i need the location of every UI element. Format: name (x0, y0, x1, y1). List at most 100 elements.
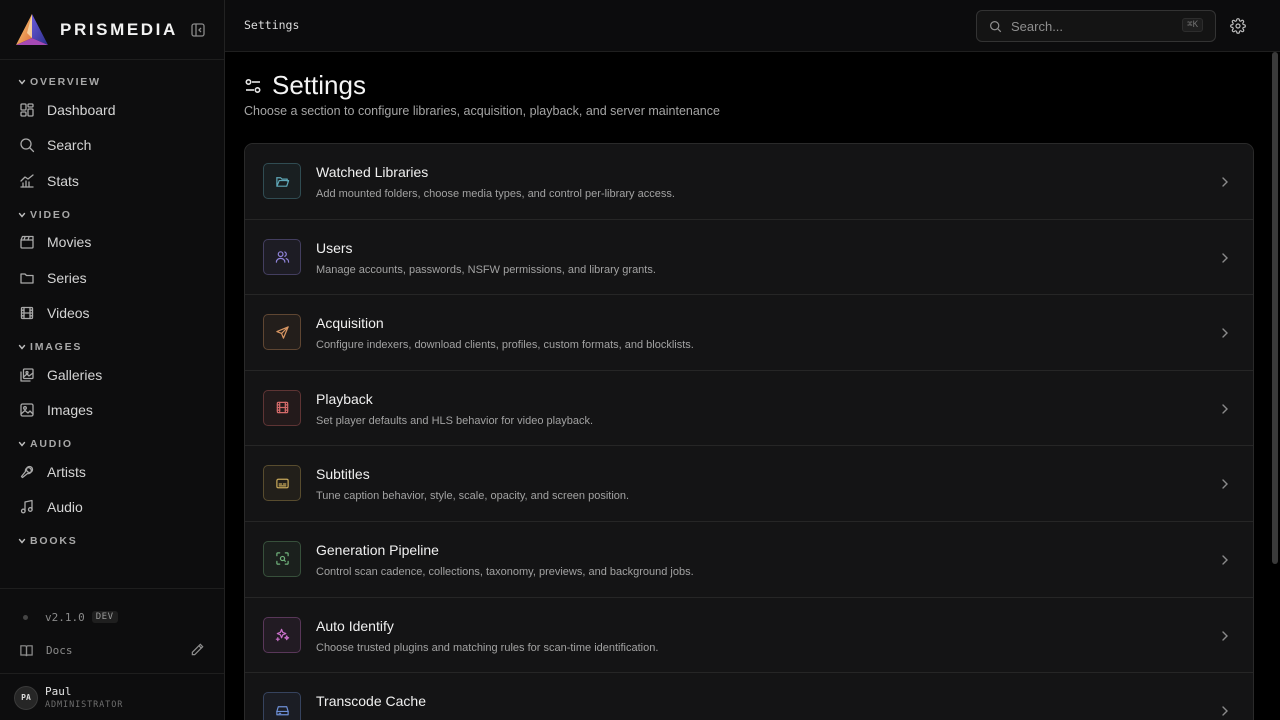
settings-row-title: Generation Pipeline (316, 541, 439, 558)
version-label: v2.1.0 (45, 610, 85, 624)
sidebar-item-videos[interactable]: Videos (0, 296, 224, 332)
breadcrumb: Settings (244, 18, 300, 32)
scrollbar[interactable] (1272, 52, 1280, 720)
nav-section-title: VIDEO (30, 208, 72, 221)
scrollbar-thumb[interactable] (1272, 52, 1278, 564)
nav-section-title: OVERVIEW (30, 76, 101, 88)
users-icon (275, 251, 289, 263)
book-icon (20, 644, 33, 656)
drive-icon (275, 705, 289, 715)
sidebar-footer: v2.1.0 DEV Docs PA Paul ADMINISTRATOR (0, 588, 224, 710)
chevron-right-icon (1222, 252, 1228, 263)
sidebar-item-audio[interactable]: Audio (0, 490, 224, 526)
chevron-right-icon (1222, 404, 1228, 414)
sidebar: PRISMEDIA OVERVIEW Dashboard Search Stats VI… (0, 0, 225, 720)
settings-row-description: Configure indexers, download clients, pr… (316, 339, 694, 352)
nav-section-overview[interactable]: OVERVIEW (0, 72, 224, 92)
settings-row-title: Playback (316, 390, 373, 407)
collapse-sidebar-icon[interactable] (190, 22, 206, 38)
sidebar-item-stats[interactable]: Stats (0, 163, 224, 199)
settings-list: Watched Libraries Add mounted folders, ch… (244, 143, 1254, 720)
topbar: Settings Search... ⌘K (225, 0, 1280, 52)
settings-row-description: Set player defaults and HLS behavior for… (316, 414, 593, 427)
brand-name: PRISMEDIA (60, 19, 178, 39)
sidebar-item-label: Search (47, 137, 92, 154)
nav-section-video[interactable]: VIDEO (0, 205, 224, 225)
chevron-down-icon (18, 538, 26, 544)
nav-section-images[interactable]: IMAGES (0, 337, 224, 357)
nav-section-books[interactable]: BOOKS (0, 531, 224, 551)
nav-section-title: AUDIO (30, 438, 73, 450)
folder-open-icon (275, 176, 289, 187)
sidebar-item-label: Movies (47, 234, 92, 251)
settings-row-title: Transcode Cache (316, 693, 426, 710)
search-input[interactable]: Search... ⌘K (976, 10, 1216, 42)
settings-row-icon (263, 238, 301, 275)
sidebar-item-dashboard[interactable]: Dashboard (0, 92, 224, 128)
settings-row-acquisition[interactable]: Acquisition Configure indexers, download … (245, 295, 1253, 371)
sidebar-item-search[interactable]: Search (0, 128, 224, 164)
status-dot (23, 614, 28, 620)
film-icon (276, 402, 288, 414)
sidebar-item-images[interactable]: Images (0, 393, 224, 429)
settings-row-subtitles[interactable]: Subtitles Tune caption behavior, style, s… (245, 446, 1253, 522)
settings-row-transcode-cache[interactable]: Transcode Cache (245, 673, 1253, 720)
sidebar-item-label: Galleries (47, 366, 103, 383)
pencil-icon[interactable] (190, 642, 205, 657)
settings-row-auto-identify[interactable]: Auto Identify Choose trusted plugins and … (245, 597, 1253, 674)
sidebar-item-label: Audio (47, 499, 83, 516)
page-title: Settings (272, 70, 366, 100)
gear-icon[interactable] (1230, 18, 1246, 34)
settings-row-title: Watched Libraries (316, 164, 429, 180)
docs-link[interactable]: Docs (0, 636, 224, 664)
user-role: ADMINISTRATOR (45, 700, 124, 710)
sidebar-item-label: Series (47, 269, 87, 286)
sliders-icon (245, 78, 261, 93)
settings-row-icon (263, 314, 301, 351)
chevron-right-icon (1222, 328, 1228, 338)
sidebar-item-galleries[interactable]: Galleries (0, 357, 224, 393)
settings-row-title: Auto Identify (316, 617, 394, 634)
settings-row-icon (263, 692, 301, 720)
settings-row-icon (263, 540, 301, 577)
send-icon (275, 325, 289, 339)
prism-logo-icon[interactable] (15, 13, 49, 47)
sidebar-item-artists[interactable]: Artists (0, 454, 224, 490)
page-heading: Settings (244, 70, 366, 101)
version-row: v2.1.0 DEV (0, 603, 224, 631)
nav-section-audio[interactable]: AUDIO (0, 434, 224, 454)
gallery-icon (20, 368, 34, 382)
settings-row-title: Users (316, 239, 353, 256)
settings-row-description: Manage accounts, passwords, NSFW permiss… (316, 263, 656, 276)
chevron-down-icon (18, 441, 26, 447)
settings-row-watched-libraries[interactable]: Watched Libraries Add mounted folders, ch… (245, 144, 1253, 220)
settings-row-generation-pipeline[interactable]: Generation Pipeline Control scan cadence,… (245, 521, 1253, 598)
folder-icon (20, 273, 34, 284)
sidebar-item-label: Videos (47, 305, 90, 322)
sidebar-nav: OVERVIEW Dashboard Search Stats VIDEO Movies S… (0, 60, 224, 551)
search-placeholder: Search... (1011, 18, 1064, 34)
chevron-right-icon (1222, 555, 1228, 565)
docs-label: Docs (46, 643, 73, 657)
dev-badge: DEV (91, 611, 118, 623)
scan-icon (275, 552, 289, 566)
chevron-right-icon (1222, 706, 1228, 716)
nav-section-title: BOOKS (30, 535, 78, 547)
sidebar-item-movies[interactable]: Movies (0, 225, 224, 261)
settings-row-icon (263, 163, 301, 199)
settings-row-playback[interactable]: Playback Set player defaults and HLS beha… (245, 370, 1253, 447)
user-profile[interactable]: PA Paul ADMINISTRATOR (0, 673, 224, 720)
search-icon (20, 138, 35, 153)
settings-row-users[interactable]: Users Manage accounts, passwords, NSFW pe… (245, 219, 1253, 296)
main-content: Settings Choose a section to configure l… (225, 52, 1280, 720)
settings-row-description: Choose trusted plugins and matching rule… (316, 641, 659, 654)
user-name: Paul (45, 685, 72, 698)
captions-icon (275, 478, 289, 489)
sidebar-item-label: Images (47, 402, 93, 419)
user-info: Paul ADMINISTRATOR (45, 685, 123, 710)
settings-row-title: Subtitles (316, 466, 370, 483)
sidebar-item-series[interactable]: Series (0, 260, 224, 296)
clapper-icon (20, 236, 34, 249)
page-subtitle: Choose a section to configure libraries,… (244, 104, 720, 118)
avatar: PA (14, 685, 38, 710)
